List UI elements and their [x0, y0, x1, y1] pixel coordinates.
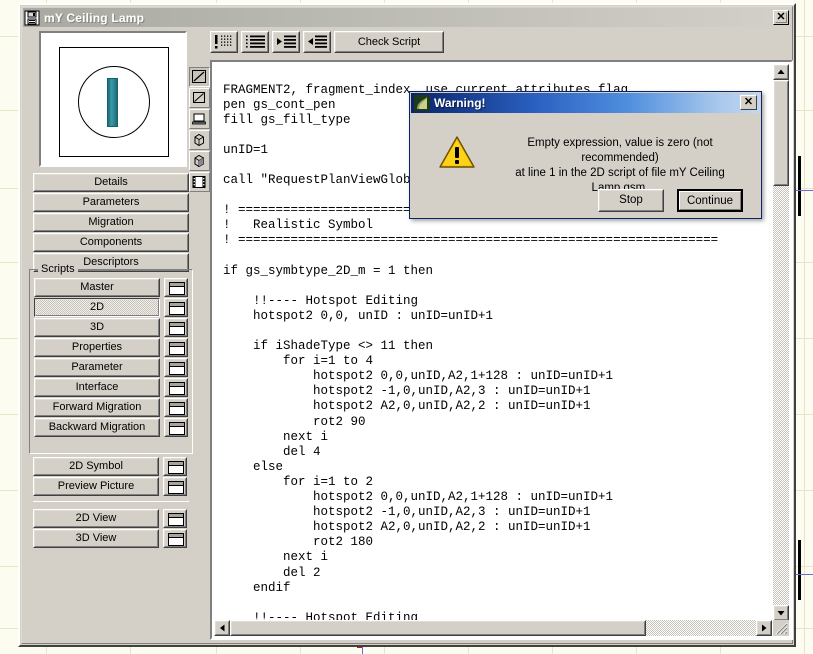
- script-row-interface: Interface: [34, 378, 188, 397]
- close-icon: ✕: [743, 96, 754, 108]
- window-icon: [169, 402, 185, 415]
- button-preview-picture[interactable]: Preview Picture: [33, 477, 159, 496]
- view-mode-icon-strip: [189, 67, 211, 193]
- script-button-3d[interactable]: 3D: [34, 318, 160, 337]
- symbol-preview-box[interactable]: [39, 31, 187, 167]
- scripts-group-label: Scripts: [38, 263, 78, 275]
- script-row-backward-migration: Backward Migration: [34, 418, 188, 437]
- check-script-button[interactable]: Check Script: [334, 31, 444, 53]
- 3d-solid-icon[interactable]: [189, 151, 210, 171]
- script-button-forward-migration[interactable]: Forward Migration: [34, 398, 160, 417]
- rectangle-tool-icon[interactable]: [189, 88, 210, 108]
- syntax-check-icon[interactable]: [210, 31, 238, 53]
- editor-vertical-scrollbar[interactable]: [773, 64, 789, 621]
- editor-horizontal-scrollbar[interactable]: [214, 620, 772, 636]
- button-3d-view[interactable]: 3D View: [33, 529, 159, 548]
- warning-dialog-title: Warning!: [434, 96, 486, 110]
- window-button-3d-view[interactable]: [163, 529, 187, 548]
- warning-triangle-icon: [439, 136, 475, 169]
- window-icon: [168, 481, 184, 494]
- nav-button-details[interactable]: Details: [33, 173, 189, 192]
- scroll-right-icon[interactable]: [756, 620, 772, 636]
- row-preview-picture: Preview Picture: [33, 477, 187, 496]
- nav-button-components[interactable]: Components: [33, 233, 189, 252]
- save-disk-icon: [24, 10, 40, 26]
- script-window-button-interface[interactable]: [164, 378, 188, 397]
- window-icon: [169, 342, 185, 355]
- script-window-button-master[interactable]: [164, 278, 188, 297]
- script-row-properties: Properties: [34, 338, 188, 357]
- close-icon: ✕: [776, 11, 786, 23]
- script-button-2d[interactable]: 2D: [34, 298, 160, 317]
- script-window-button-backward-migration[interactable]: [164, 418, 188, 437]
- window-titlebar[interactable]: mY Ceiling Lamp ✕: [23, 8, 791, 27]
- left-panel: Details Parameters Migration Components …: [25, 29, 210, 641]
- line-numbers-icon[interactable]: [241, 31, 269, 53]
- script-button-interface[interactable]: Interface: [34, 378, 160, 397]
- preview-frame: [59, 47, 169, 157]
- window-icon: [169, 362, 185, 375]
- script-window-button-properties[interactable]: [164, 338, 188, 357]
- button-2d-view[interactable]: 2D View: [33, 509, 159, 528]
- script-row-3d: 3D: [34, 318, 188, 337]
- window-button-preview-picture[interactable]: [163, 477, 187, 496]
- scroll-up-icon[interactable]: [773, 64, 789, 80]
- warning-dialog-body: Empty expression, value is zero (not rec…: [411, 114, 760, 212]
- nav-button-parameters[interactable]: Parameters: [33, 193, 189, 212]
- warning-message-line-1: Empty expression, value is zero (not rec…: [527, 137, 713, 164]
- window-button-2d-symbol[interactable]: [163, 457, 187, 476]
- window-button-2d-view[interactable]: [163, 509, 187, 528]
- script-row-parameter: Parameter: [34, 358, 188, 377]
- window-icon: [169, 282, 185, 295]
- script-window-button-forward-migration[interactable]: [164, 398, 188, 417]
- warning-dialog-close-button[interactable]: ✕: [740, 95, 757, 110]
- window-close-button[interactable]: ✕: [773, 10, 789, 25]
- warning-dialog-titlebar[interactable]: Warning! ✕: [411, 93, 760, 113]
- script-window-button-3d[interactable]: [164, 318, 188, 337]
- indent-left-icon[interactable]: [303, 31, 331, 53]
- window-icon: [169, 322, 185, 335]
- script-row-forward-migration: Forward Migration: [34, 398, 188, 417]
- archicad-logo-icon: [414, 95, 430, 111]
- window-icon: [168, 533, 184, 546]
- 3d-wireframe-icon[interactable]: [189, 130, 210, 150]
- scroll-left-icon[interactable]: [214, 620, 230, 636]
- filmstrip-icon[interactable]: [189, 172, 210, 192]
- indent-right-icon[interactable]: [272, 31, 300, 53]
- stop-button[interactable]: Stop: [598, 189, 664, 212]
- script-row-master: Master: [34, 278, 188, 297]
- script-button-parameter[interactable]: Parameter: [34, 358, 160, 377]
- script-window-button-parameter[interactable]: [164, 358, 188, 377]
- line-tool-icon[interactable]: [189, 67, 210, 87]
- nav-button-migration[interactable]: Migration: [33, 213, 189, 232]
- horizontal-scroll-thumb[interactable]: [230, 620, 646, 636]
- script-button-properties[interactable]: Properties: [34, 338, 160, 357]
- window-icon: [169, 302, 185, 315]
- row-3d-view: 3D View: [33, 529, 187, 548]
- row-2d-view: 2D View: [33, 509, 187, 528]
- scroll-down-icon[interactable]: [773, 605, 789, 621]
- continue-button[interactable]: Continue: [677, 189, 743, 212]
- resize-grip[interactable]: [773, 620, 789, 636]
- window-icon: [169, 422, 185, 435]
- preview-bar-shape: [107, 78, 118, 127]
- warning-dialog: Warning! ✕ Empty expression, value is ze…: [409, 91, 762, 219]
- window-title: mY Ceiling Lamp: [44, 10, 145, 25]
- row-2d-symbol: 2D Symbol: [33, 457, 187, 476]
- script-button-backward-migration[interactable]: Backward Migration: [34, 418, 160, 437]
- window-icon: [168, 513, 184, 526]
- scripts-group: Scripts Master 2D 3D Properties Paramete…: [29, 263, 193, 454]
- script-button-master[interactable]: Master: [34, 278, 160, 297]
- plan-view-icon[interactable]: [189, 109, 210, 129]
- window-icon: [168, 461, 184, 474]
- script-window-button-2d[interactable]: [164, 298, 188, 317]
- window-icon: [169, 382, 185, 395]
- button-2d-symbol[interactable]: 2D Symbol: [33, 457, 159, 476]
- panel-divider: [33, 501, 189, 502]
- script-row-2d: 2D: [34, 298, 188, 317]
- vertical-scroll-thumb[interactable]: [773, 80, 789, 186]
- warning-dialog-message: Empty expression, value is zero (not rec…: [489, 136, 751, 196]
